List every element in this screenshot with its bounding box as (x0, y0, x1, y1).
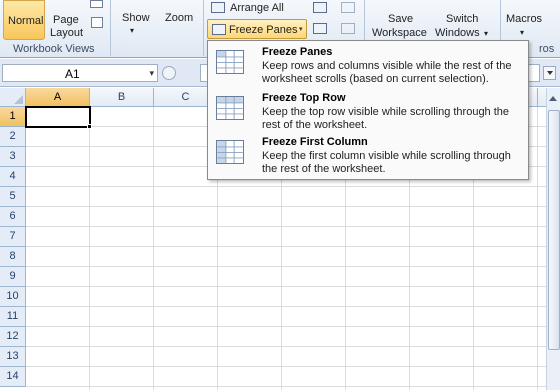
hide-icon[interactable] (313, 23, 327, 34)
menu-item-title: Freeze First Column (262, 136, 368, 148)
select-all-button[interactable] (0, 88, 26, 107)
zoom-label: Zoom (165, 12, 194, 24)
switch-windows-label-1: Switch (446, 13, 479, 25)
custom-views-icon[interactable] (90, 0, 103, 8)
show-caret-icon: ▾ (130, 26, 135, 35)
group-separator (203, 0, 204, 56)
freeze-panes-button[interactable]: Freeze Panes ▾ (207, 19, 307, 39)
save-workspace-label-2: Workspace (372, 27, 427, 39)
page-layout-label-1: Page (53, 14, 79, 26)
switch-windows-caret-icon: ▾ (484, 29, 489, 38)
row-header-9[interactable]: 9 (0, 267, 26, 287)
menu-item-description: Keep the first column visible while scro… (262, 150, 511, 175)
menu-item-freeze-top-row[interactable]: Freeze Top Row Keep the top row visible … (210, 89, 526, 133)
show-label: Show (122, 12, 150, 24)
macros-button[interactable]: Macros ▾ (503, 0, 553, 40)
column-header-a[interactable]: A (26, 88, 90, 107)
row-header-13[interactable]: 13 (0, 347, 26, 367)
row-header-14[interactable]: 14 (0, 367, 26, 387)
menu-item-freeze-first-column[interactable]: Freeze First Column Keep the first colum… (210, 133, 526, 177)
menu-item-title: Freeze Panes (262, 46, 333, 58)
name-box-value: A1 (65, 67, 80, 81)
freeze-panes-icon (212, 24, 226, 35)
group-separator (110, 0, 111, 56)
menu-item-description: Keep rows and columns visible while the … (262, 60, 512, 85)
active-cell-a1[interactable] (25, 106, 91, 128)
zoom-button[interactable]: Zoom (160, 0, 200, 40)
macros-caret-icon: ▾ (520, 28, 525, 37)
freeze-panes-label: Freeze Panes (229, 24, 298, 36)
switch-windows-label-2: Windows (435, 27, 480, 39)
macros-label: Macros (506, 13, 543, 25)
row-header-10[interactable]: 10 (0, 287, 26, 307)
arrange-all-label: Arrange All (230, 2, 284, 14)
formula-bar-handle-icon[interactable] (162, 66, 176, 80)
group-label-macros: ros (539, 43, 555, 55)
normal-view-label: Normal (8, 15, 44, 27)
save-workspace-button[interactable]: Save Workspace (368, 0, 430, 40)
synchronous-scrolling-icon[interactable] (341, 23, 355, 34)
expand-formula-bar-icon[interactable] (543, 66, 556, 80)
row-header-12[interactable]: 12 (0, 327, 26, 347)
arrange-all-icon (211, 2, 225, 13)
freeze-panes-icon (216, 50, 244, 74)
freeze-first-column-icon (216, 140, 244, 164)
split-icon[interactable] (313, 2, 327, 13)
row-header-3[interactable]: 3 (0, 147, 26, 167)
fill-handle[interactable] (87, 124, 92, 129)
row-header-6[interactable]: 6 (0, 207, 26, 227)
row-header-5[interactable]: 5 (0, 187, 26, 207)
freeze-panes-caret-icon: ▾ (299, 26, 303, 33)
show-button[interactable]: Show ▾ (116, 0, 154, 40)
name-box-dropdown-icon[interactable]: ▾ (149, 68, 154, 79)
menu-item-freeze-panes[interactable]: Freeze Panes Keep rows and columns visib… (210, 43, 526, 87)
view-side-by-side-icon[interactable] (341, 2, 355, 13)
arrange-all-button[interactable]: Arrange All (208, 0, 298, 16)
row-header-11[interactable]: 11 (0, 307, 26, 327)
column-header[interactable] (538, 88, 546, 107)
row-header-8[interactable]: 8 (0, 247, 26, 267)
freeze-top-row-icon (216, 96, 244, 120)
normal-view-button[interactable]: Normal (3, 0, 45, 40)
row-header-4[interactable]: 4 (0, 167, 26, 187)
full-screen-icon[interactable] (91, 17, 103, 28)
vertical-scrollbar[interactable] (546, 88, 560, 390)
scroll-up-icon[interactable] (549, 96, 557, 101)
group-label-workbook-views: Workbook Views (13, 43, 95, 55)
row-header-2[interactable]: 2 (0, 127, 26, 147)
row-header-7[interactable]: 7 (0, 227, 26, 247)
page-layout-button[interactable]: Page Layout (47, 0, 87, 40)
row-header-1[interactable]: 1 (0, 107, 26, 127)
menu-item-title: Freeze Top Row (262, 92, 346, 104)
page-layout-label-2: Layout (50, 27, 84, 39)
name-box[interactable]: A1 ▾ (2, 64, 158, 82)
freeze-panes-menu: Freeze Panes Keep rows and columns visib… (207, 40, 529, 180)
save-workspace-label-1: Save (388, 13, 414, 25)
column-header-b[interactable]: B (90, 88, 154, 107)
menu-item-description: Keep the top row visible while scrolling… (262, 106, 510, 131)
switch-windows-button[interactable]: Switch Windows ▾ (432, 0, 494, 40)
scrollbar-thumb[interactable] (548, 110, 560, 350)
